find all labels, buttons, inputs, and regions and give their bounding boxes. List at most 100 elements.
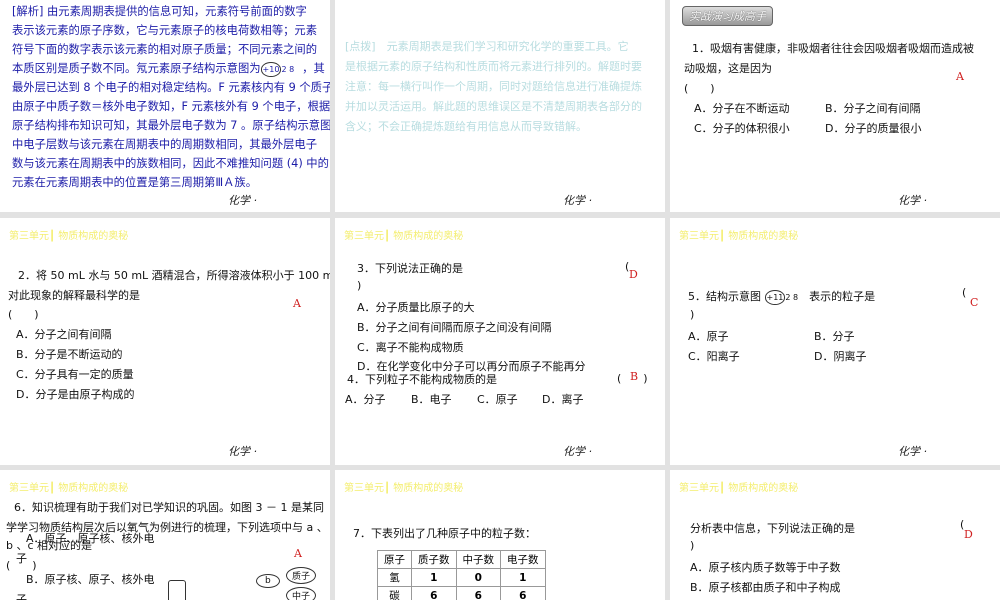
option: A．原子: [688, 330, 729, 343]
option: 子: [16, 552, 27, 565]
table-cell: 6: [500, 586, 546, 600]
table-cell: 碳: [377, 586, 412, 600]
slide-tip: [点拨] 元素周期表是我们学习和研究化学的重要工具。它 是根据元素的原子结构和性…: [335, 0, 665, 212]
unit-header: 第三单元┃ 物质构成的奥秘: [344, 231, 464, 242]
table-header: 电子数: [500, 550, 546, 569]
bubble: b: [256, 574, 280, 588]
flask-icon: [168, 580, 186, 600]
unit-header: 第三单元┃ 物质构成的奥秘: [344, 483, 464, 494]
answer: D: [964, 528, 973, 541]
table-cell: 6: [411, 586, 457, 600]
text-line: [解析] 由元素周期表提供的信息可知，元素符号前面的数字: [12, 5, 307, 18]
paren: ): [357, 279, 362, 292]
slide-q3-q4: 第三单元┃ 物质构成的奥秘 3．下列说法正确的是 ( D ) A．分子质量比原子…: [335, 218, 665, 465]
question-line: 分析表中信息，下列说法正确的是: [690, 522, 855, 535]
question-line: ( ): [8, 308, 39, 321]
table-cell: 0: [455, 568, 501, 587]
text-line: 含义；不会正确提炼题给有用信息从而导致错解。: [345, 120, 587, 133]
slide-q6: 第三单元┃ 物质构成的奥秘 6．知识梳理有助于我们对已学知识的巩固。如图 3 －…: [0, 470, 330, 600]
question-line: 6．知识梳理有助于我们对已学知识的巩固。如图 3 － 1 是某同: [14, 501, 324, 514]
unit-header: 第三单元┃ 物质构成的奥秘: [679, 231, 799, 242]
option: B．分子是不断运动的: [16, 348, 123, 361]
question-line: 对此现象的解释最科学的是: [8, 289, 140, 302]
option: C．原子: [477, 393, 518, 406]
table-row: 碳666: [377, 586, 546, 600]
question-line: ( ): [684, 82, 715, 95]
footer: 化学 ·: [563, 445, 592, 458]
question-line: 4．下列粒子不能构成物质的是: [347, 373, 497, 386]
question-line: 3．下列说法正确的是: [357, 262, 463, 275]
unit-header: 第三单元┃ 物质构成的奥秘: [9, 231, 129, 242]
option: A．原子核内质子数等于中子数: [690, 561, 841, 574]
option: C．分子具有一定的质量: [16, 368, 134, 381]
text-line: 表示该元素的原子序数，它与元素原子的核电荷数相等；元素: [12, 24, 318, 37]
table-cell: 6: [455, 586, 501, 600]
text-line: 最外层已达到 8 个电子的相对稳定结构。F 元素核内有 9 个质子，: [12, 81, 330, 94]
option: A．原子、原子核、核外电: [26, 532, 155, 545]
text-line: 数与该元素在周期表中的族数相同，因此不难推知问题 (4) 中的: [12, 157, 329, 170]
option: C．离子不能构成物质: [357, 341, 464, 354]
table-row: 氢101: [377, 568, 546, 587]
option: B．电子: [411, 393, 452, 406]
text: 表示的粒子是: [809, 290, 876, 303]
atom-diagram: +11: [764, 289, 786, 305]
paren: ): [690, 539, 695, 552]
footer: 化学 ·: [228, 194, 257, 207]
option: 子: [16, 593, 27, 600]
answer: A: [956, 70, 964, 83]
option: C．分子的体积很小: [694, 122, 790, 135]
option: B．原子核、原子、核外电: [26, 573, 155, 586]
answer: B: [630, 370, 639, 383]
option: A．分子: [345, 393, 386, 406]
option: A．分子之间有间隔: [16, 328, 112, 341]
particle-table: 原子 质子数 中子数 电子数 氢101 碳666: [377, 550, 546, 600]
text-line: 符号下面的数字表示该元素的相对原子质量；不同元素之间的: [12, 43, 318, 56]
paren: ): [690, 308, 695, 321]
footer: 化学 ·: [898, 445, 927, 458]
text: ，其: [302, 62, 325, 75]
table-header: 质子数: [411, 550, 457, 569]
footer: 化学 ·: [898, 194, 927, 207]
question-line: 2．将 50 mL 水与 50 mL 酒精混合，所得溶液体积小于 100 mL，: [18, 269, 330, 282]
option: B．原子核都由质子和中子构成: [690, 581, 841, 594]
answer: C: [970, 296, 979, 309]
footer: 化学 ·: [228, 445, 257, 458]
text-line: 由原子中质子数＝核外电子数知，F 元素核外有 9 个电子，根据: [12, 100, 330, 113]
question-line: 7．下表列出了几种原子中的粒子数：: [353, 527, 536, 540]
answer: A: [293, 297, 301, 310]
table-cell: 氢: [377, 568, 412, 587]
slide-analysis: [解析] 由元素周期表提供的信息可知，元素符号前面的数字 表示该元素的原子序数，…: [0, 0, 330, 212]
atom-diagram: +10: [260, 61, 282, 77]
text-line: 元素在元素周期表中的位置是第三周期第ⅢＡ族。: [12, 176, 258, 189]
bubble: 中子: [286, 587, 317, 600]
text-line: 中电子层数与该元素在周期表中的周期数相同，其最外层电子: [12, 138, 318, 151]
section-badge: 实战演习成高手: [682, 6, 773, 26]
option: D．离子: [542, 393, 584, 406]
option: D．阴离子: [814, 350, 867, 363]
option: B．分子之间有间隔而原子之间没有间隔: [357, 321, 552, 334]
text-line: [点拨] 元素周期表是我们学习和研究化学的重要工具。它: [345, 40, 629, 53]
slide-q7-analysis: 第三单元┃ 物质构成的奥秘 分析表中信息，下列说法正确的是 ( D ) A．原子…: [670, 470, 1000, 600]
text-line: 注意：每一横行叫作一个周期，同时对题给信息进行准确提炼: [345, 80, 642, 93]
option: D．分子的质量很小: [825, 122, 922, 135]
option: B．分子: [814, 330, 855, 343]
table-cell: 1: [500, 568, 546, 587]
answer: D: [629, 268, 638, 281]
option: A．分子质量比原子的大: [357, 301, 475, 314]
text-line: 原子结构排布知识可知，其最外层电子数为 7 。原子结构示意图: [12, 119, 330, 132]
table-header: 原子: [377, 550, 412, 569]
text-line: 是根据元素的原子结构和性质而将元素进行排列的。解题时要: [345, 60, 642, 73]
option: B．分子之间有间隔: [825, 102, 921, 115]
answer: A: [294, 547, 302, 560]
slide-q7: 第三单元┃ 物质构成的奥秘 7．下表列出了几种原子中的粒子数： 原子 质子数 中子数…: [335, 470, 665, 600]
text-line: 并加以灵活运用。解此题的思维误区是不清楚周期表各部分的: [345, 100, 642, 113]
paren: (: [962, 286, 967, 299]
option: A．分子在不断运动: [694, 102, 790, 115]
option: C．阳离子: [688, 350, 740, 363]
table-header-row: 原子 质子数 中子数 电子数: [377, 550, 546, 569]
text: 本质区别是质子数不同。氖元素原子结构示意图为: [12, 62, 261, 75]
shells: 2 8: [281, 65, 295, 74]
question-line: 1．吸烟有害健康，非吸烟者往往会因吸烟者吸烟而造成被: [692, 42, 974, 55]
slide-q5: 第三单元┃ 物质构成的奥秘 5．结构示意图 +11 2 8 表示的粒子是 ( C …: [670, 218, 1000, 465]
text-line: 本质区别是质子数不同。氖元素原子结构示意图为 +10 2 8 ，其: [12, 60, 325, 77]
